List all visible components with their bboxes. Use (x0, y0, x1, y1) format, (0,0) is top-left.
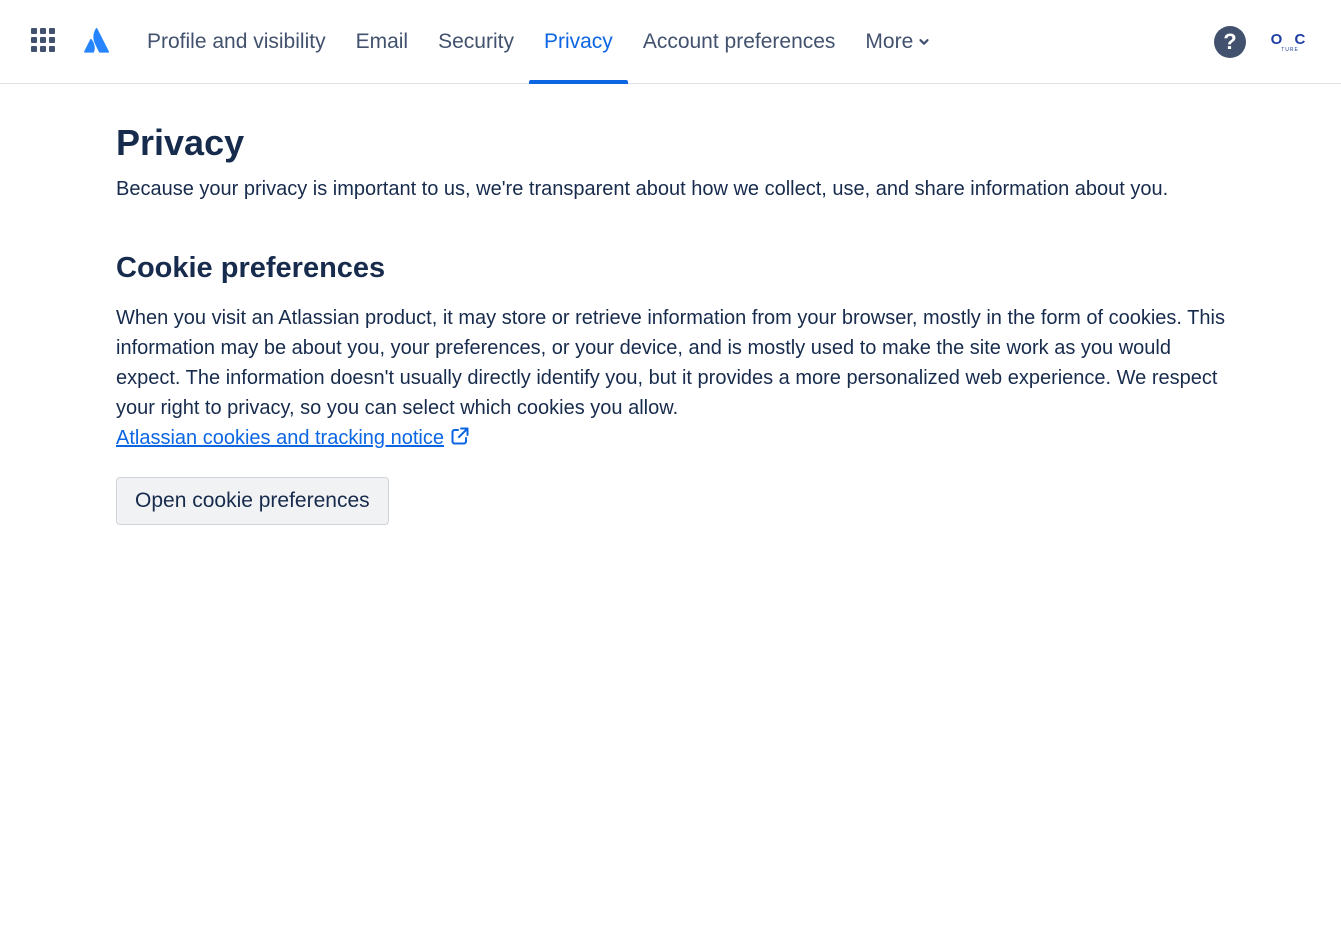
tab-privacy[interactable]: Privacy (528, 0, 628, 84)
tab-label: More (865, 30, 914, 53)
cookie-preferences-heading: Cookie preferences (116, 252, 386, 284)
privacy-page: Privacy Because your privacy is importan… (116, 84, 1226, 525)
account-tabs: Profile and visibility Email Security Pr… (132, 0, 945, 84)
tab-label: Security (438, 30, 514, 53)
external-link-icon[interactable] (450, 426, 470, 446)
help-icon[interactable]: ? (1214, 26, 1246, 58)
privacy-intro: Because your privacy is important to us,… (116, 178, 1169, 200)
atlassian-logo-icon[interactable] (82, 26, 110, 54)
cookie-description-text: When you visit an Atlassian product, it … (116, 307, 1225, 419)
tab-security[interactable]: Security (423, 0, 529, 84)
tab-account-preferences[interactable]: Account preferences (628, 0, 851, 84)
avatar-subtext: TURE (1281, 46, 1299, 53)
app-switcher-icon[interactable] (30, 27, 60, 57)
cookies-tracking-notice-link[interactable]: Atlassian cookies and tracking notice (116, 427, 444, 449)
tab-label: Profile and visibility (147, 30, 326, 53)
tab-label: Account preferences (642, 30, 836, 53)
avatar-initials: O C (1270, 30, 1310, 48)
tab-email[interactable]: Email (341, 0, 424, 84)
page-title: Privacy (116, 122, 245, 163)
help-glyph: ? (1223, 29, 1237, 54)
tab-label: Privacy (543, 30, 613, 53)
chevron-down-icon (919, 39, 929, 45)
tab-label: Email (355, 30, 409, 53)
cookie-preferences-description: When you visit an Atlassian product, it … (116, 303, 1226, 453)
link-label: Atlassian cookies and tracking notice (116, 427, 444, 449)
open-cookie-preferences-button[interactable]: Open cookie preferences (116, 477, 389, 525)
tab-profile-and-visibility[interactable]: Profile and visibility (132, 0, 341, 84)
top-navigation: Profile and visibility Email Security Pr… (0, 0, 1341, 84)
avatar[interactable]: O C TURE (1270, 26, 1310, 58)
more-menu-button[interactable]: More (850, 0, 945, 84)
